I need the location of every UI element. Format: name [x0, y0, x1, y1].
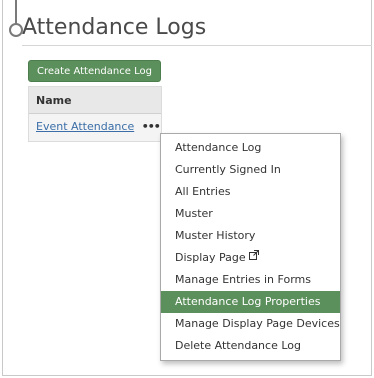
create-attendance-log-button[interactable]: Create Attendance Log	[28, 60, 161, 82]
menu-item-attendance-log-properties[interactable]: Attendance Log Properties	[161, 291, 340, 313]
menu-item-all-entries[interactable]: All Entries	[161, 181, 340, 203]
external-link-icon	[248, 246, 259, 268]
menu-item-display-page[interactable]: Display Page	[161, 247, 340, 269]
menu-item-muster[interactable]: Muster	[161, 203, 340, 225]
menu-item-attendance-log[interactable]: Attendance Log	[161, 137, 340, 159]
title-divider	[22, 45, 372, 46]
row-actions-button[interactable]: •••	[142, 114, 161, 140]
table-row: Event Attendance •••	[29, 114, 161, 141]
menu-item-muster-history[interactable]: Muster History	[161, 225, 340, 247]
timeline-node-icon	[9, 23, 23, 37]
column-header-name: Name	[29, 87, 161, 114]
menu-item-manage-display-page-devices[interactable]: Manage Display Page Devices	[161, 313, 340, 335]
menu-item-manage-entries-in-forms[interactable]: Manage Entries in Forms	[161, 269, 340, 291]
attendance-logs-table: Name Event Attendance •••	[28, 86, 162, 142]
page-title: Attendance Logs	[22, 15, 207, 40]
event-attendance-link[interactable]: Event Attendance	[36, 120, 134, 133]
menu-item-display-page-label: Display Page	[175, 251, 246, 264]
timeline-line	[15, 0, 17, 24]
menu-item-delete-attendance-log[interactable]: Delete Attendance Log	[161, 335, 340, 357]
row-actions-menu: Attendance Log Currently Signed In All E…	[160, 133, 341, 361]
menu-item-currently-signed-in[interactable]: Currently Signed In	[161, 159, 340, 181]
